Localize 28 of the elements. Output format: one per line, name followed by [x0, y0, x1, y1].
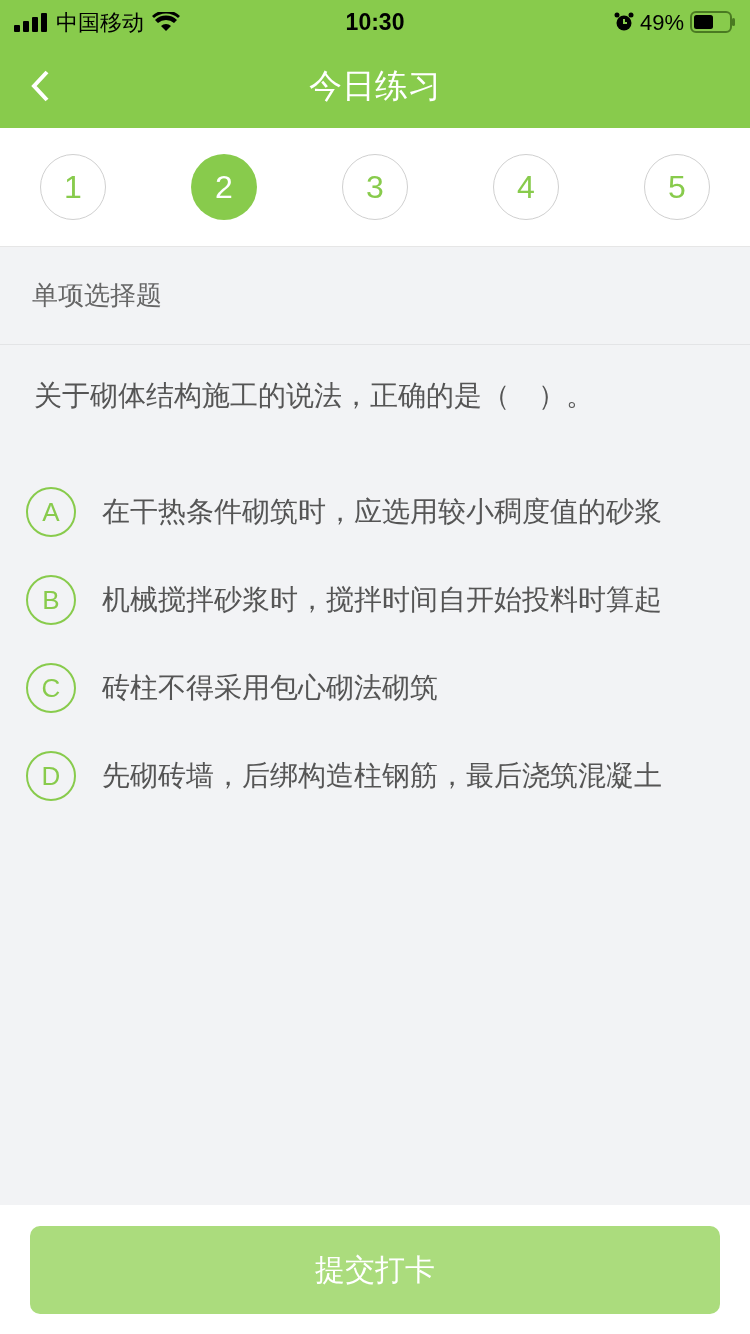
- question-text: 关于砌体结构施工的说法，正确的是（ ）。: [34, 380, 594, 411]
- question-number-tab[interactable]: 1: [40, 154, 106, 220]
- battery-icon: [690, 11, 736, 33]
- question-number-tab[interactable]: 2: [191, 154, 257, 220]
- clock-time: 10:30: [345, 7, 405, 37]
- option-letter: C: [26, 663, 76, 713]
- back-icon: [30, 69, 50, 103]
- option-letter: D: [26, 751, 76, 801]
- answer-option[interactable]: A 在干热条件砌筑时，应选用较小稠度值的砂浆: [26, 487, 724, 537]
- answer-option[interactable]: B 机械搅拌砂浆时，搅拌时间自开始投料时算起: [26, 575, 724, 625]
- carrier-name: 中国移动: [56, 8, 144, 37]
- option-letter: A: [26, 487, 76, 537]
- answer-option[interactable]: D 先砌砖墙，后绑构造柱钢筋，最后浇筑混凝土: [26, 751, 724, 801]
- option-text: 机械搅拌砂浆时，搅拌时间自开始投料时算起: [102, 583, 662, 617]
- signal-icon: [14, 12, 48, 32]
- page-title: 今日练习: [309, 66, 441, 107]
- alarm-icon: [613, 12, 634, 32]
- question-number-tab[interactable]: 5: [644, 154, 710, 220]
- question-number-tab[interactable]: 4: [493, 154, 559, 220]
- question-type-label: 单项选择题: [32, 279, 162, 312]
- option-text: 砖柱不得采用包心砌法砌筑: [102, 671, 438, 705]
- answer-option[interactable]: C 砖柱不得采用包心砌法砌筑: [26, 663, 724, 713]
- wifi-icon: [152, 12, 180, 32]
- option-letter: B: [26, 575, 76, 625]
- option-text: 在干热条件砌筑时，应选用较小稠度值的砂浆: [102, 495, 662, 529]
- battery-percent: 49%: [639, 8, 684, 37]
- question-number-tab[interactable]: 3: [342, 154, 408, 220]
- option-text: 先砌砖墙，后绑构造柱钢筋，最后浇筑混凝土: [102, 759, 662, 793]
